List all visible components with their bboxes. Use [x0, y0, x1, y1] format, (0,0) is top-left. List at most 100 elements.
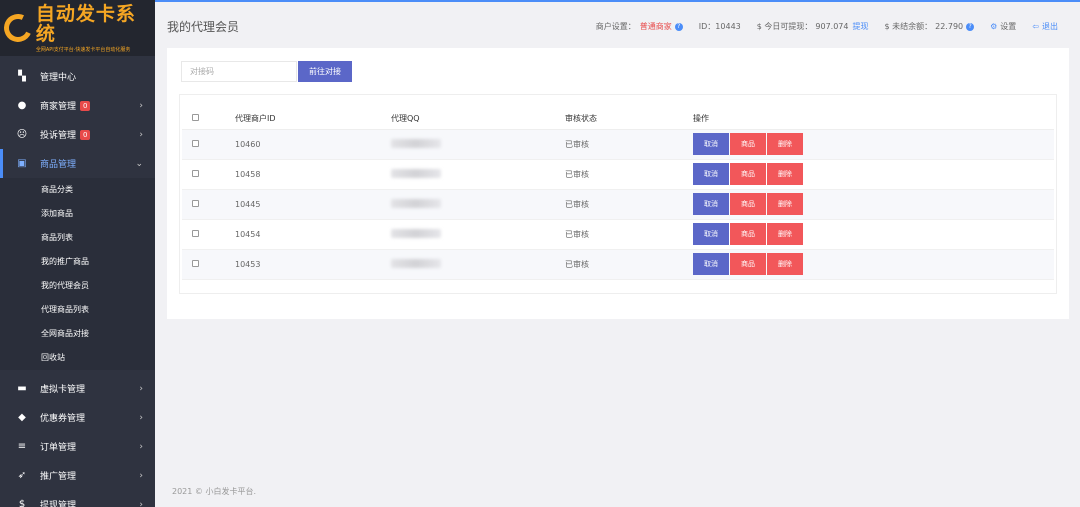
withdraw-value: 907.074 — [815, 22, 849, 31]
table-row: 10453 已审核 取消 商品 删除 — [182, 249, 1054, 280]
table-row: 10454 已审核 取消 商品 删除 — [182, 219, 1054, 250]
submenu-item[interactable]: 代理商品列表 — [0, 298, 155, 322]
bag-icon: ▣ — [17, 158, 27, 169]
sidebar-item-virtual-cards[interactable]: ▬ 虚拟卡管理 › — [0, 374, 155, 403]
settings-link[interactable]: 设置 — [1000, 21, 1016, 32]
review-status: 已审核 — [565, 129, 693, 160]
sidebar-item-dashboard[interactable]: ▚ 管理中心 — [0, 62, 155, 91]
chevron-down-icon: ⌄ — [135, 158, 143, 169]
row-checkbox[interactable] — [192, 259, 199, 267]
sidebar-item-label: 商品管理 — [40, 160, 77, 170]
sidebar: 自动发卡系统 全网API支付平台·快速发卡平台自动化服务 ▚ 管理中心 ● 商家… — [0, 0, 155, 507]
table-row: 10458 已审核 取消 商品 删除 — [182, 159, 1054, 190]
table-row: 10460 已审核 取消 商品 删除 — [182, 129, 1054, 160]
row-checkbox[interactable] — [192, 169, 199, 177]
delete-button[interactable]: 删除 — [767, 133, 803, 155]
review-status: 已审核 — [565, 219, 693, 250]
send-icon: ➶ — [17, 470, 27, 481]
delete-button[interactable]: 删除 — [767, 193, 803, 215]
count-badge: 0 — [80, 129, 91, 140]
goods-button[interactable]: 商品 — [730, 253, 766, 275]
search-row: 前往对接 — [181, 61, 352, 82]
submenu-item[interactable]: 回收站 — [0, 346, 155, 370]
submenu-item[interactable]: 添加商品 — [0, 202, 155, 226]
unsettled-label: $ 未结余额： — [884, 22, 933, 31]
connect-button[interactable]: 前往对接 — [298, 61, 352, 82]
gear-icon[interactable]: ⚙ — [990, 22, 997, 31]
logout-link[interactable]: 退出 — [1042, 21, 1058, 32]
sidebar-item-merchants[interactable]: ● 商家管理 0 › — [0, 91, 155, 120]
table-row: 10445 已审核 取消 商品 删除 — [182, 189, 1054, 220]
row-checkbox[interactable] — [192, 229, 199, 237]
goods-button[interactable]: 商品 — [730, 133, 766, 155]
main-panel: 前往对接 代理商户ID 代理QQ 审核状态 操作 10460 已审核 — [167, 48, 1069, 319]
account-info: 商户设置： 普通商家 ? ID： 10443 $ 今日可提现： 907.074 … — [596, 21, 1058, 32]
review-status: 已审核 — [565, 159, 693, 190]
sidebar-item-withdrawals[interactable]: $ 提现管理 › — [0, 490, 155, 507]
cancel-button[interactable]: 取消 — [693, 163, 729, 185]
sidebar-item-products[interactable]: ▣ 商品管理 ⌄ — [0, 149, 155, 178]
agent-qq-redacted — [391, 138, 441, 148]
chevron-right-icon: › — [139, 412, 143, 423]
row-checkbox[interactable] — [192, 199, 199, 207]
face-icon: ☹ — [16, 129, 28, 140]
logout-icon[interactable]: ⇦ — [1032, 22, 1039, 31]
agents-table-container: 代理商户ID 代理QQ 审核状态 操作 10460 已审核 取消 商品 删除 1… — [179, 94, 1057, 294]
count-badge: 0 — [80, 100, 91, 111]
chevron-right-icon: › — [139, 499, 143, 507]
sidebar-item-label: 推广管理 — [40, 472, 77, 482]
sidebar-item-coupons[interactable]: ◆ 优惠券管理 › — [0, 403, 155, 432]
delete-button[interactable]: 删除 — [767, 223, 803, 245]
cancel-button[interactable]: 取消 — [693, 133, 729, 155]
agent-qq-redacted — [391, 258, 441, 268]
chevron-right-icon: › — [139, 100, 143, 111]
cancel-button[interactable]: 取消 — [693, 223, 729, 245]
agent-id: 10460 — [235, 129, 391, 160]
sidebar-item-label: 订单管理 — [40, 443, 77, 453]
cancel-button[interactable]: 取消 — [693, 253, 729, 275]
header: 我的代理会员 商户设置： 普通商家 ? ID： 10443 $ 今日可提现： 9… — [155, 0, 1080, 48]
agents-table: 代理商户ID 代理QQ 审核状态 操作 10460 已审核 取消 商品 删除 1… — [182, 108, 1054, 280]
sidebar-item-label: 提现管理 — [40, 501, 77, 507]
logo-title: 自动发卡系统 — [35, 2, 136, 45]
submenu-item[interactable]: 商品列表 — [0, 226, 155, 250]
sidebar-item-label: 虚拟卡管理 — [40, 385, 86, 395]
chevron-right-icon: › — [139, 441, 143, 452]
submenu-item[interactable]: 全网商品对接 — [0, 322, 155, 346]
search-input[interactable] — [181, 61, 297, 82]
logo-subtitle: 全网API支付平台·快速发卡平台自动化服务 — [35, 46, 131, 53]
delete-button[interactable]: 删除 — [767, 253, 803, 275]
account-type-value[interactable]: 普通商家 — [640, 21, 672, 32]
submenu-item[interactable]: 我的推广商品 — [0, 250, 155, 274]
submenu-item[interactable]: 商品分类 — [0, 178, 155, 202]
goods-button[interactable]: 商品 — [730, 163, 766, 185]
help-icon[interactable]: ? — [674, 22, 683, 31]
agent-qq-redacted — [391, 228, 441, 238]
info-icon[interactable]: ? — [966, 22, 975, 31]
goods-button[interactable]: 商品 — [730, 193, 766, 215]
chevron-right-icon: › — [139, 383, 143, 394]
sidebar-nav-lower: ▬ 虚拟卡管理 › ◆ 优惠券管理 › ≡ 订单管理 › ➶ 推广管理 › $ … — [0, 374, 155, 507]
column-header: 代理商户ID — [235, 108, 391, 130]
account-type-label: 商户设置： — [595, 22, 636, 31]
sidebar-item-orders[interactable]: ≡ 订单管理 › — [0, 432, 155, 461]
logo[interactable]: 自动发卡系统 全网API支付平台·快速发卡平台自动化服务 — [0, 0, 155, 56]
page-title: 我的代理会员 — [167, 20, 240, 34]
delete-button[interactable]: 删除 — [767, 163, 803, 185]
agent-qq-redacted — [391, 198, 441, 208]
products-submenu: 商品分类 添加商品 商品列表 我的推广商品 我的代理会员 代理商品列表 全网商品… — [0, 178, 155, 370]
agent-id: 10445 — [235, 189, 391, 220]
table-header-row: 代理商户ID 代理QQ 审核状态 操作 — [182, 108, 1054, 130]
review-status: 已审核 — [565, 189, 693, 220]
row-checkbox[interactable] — [192, 139, 199, 147]
agent-qq-redacted — [391, 168, 441, 178]
cancel-button[interactable]: 取消 — [693, 193, 729, 215]
tag-icon: ◆ — [18, 412, 26, 423]
sidebar-item-complaints[interactable]: ☹ 投诉管理 0 › — [0, 120, 155, 149]
sidebar-item-promotion[interactable]: ➶ 推广管理 › — [0, 461, 155, 490]
submenu-item-active[interactable]: 我的代理会员 — [0, 274, 155, 298]
select-all-checkbox[interactable] — [192, 113, 199, 121]
withdraw-link[interactable]: 提现 — [852, 21, 868, 32]
goods-button[interactable]: 商品 — [730, 223, 766, 245]
sidebar-item-label: 管理中心 — [40, 73, 77, 83]
